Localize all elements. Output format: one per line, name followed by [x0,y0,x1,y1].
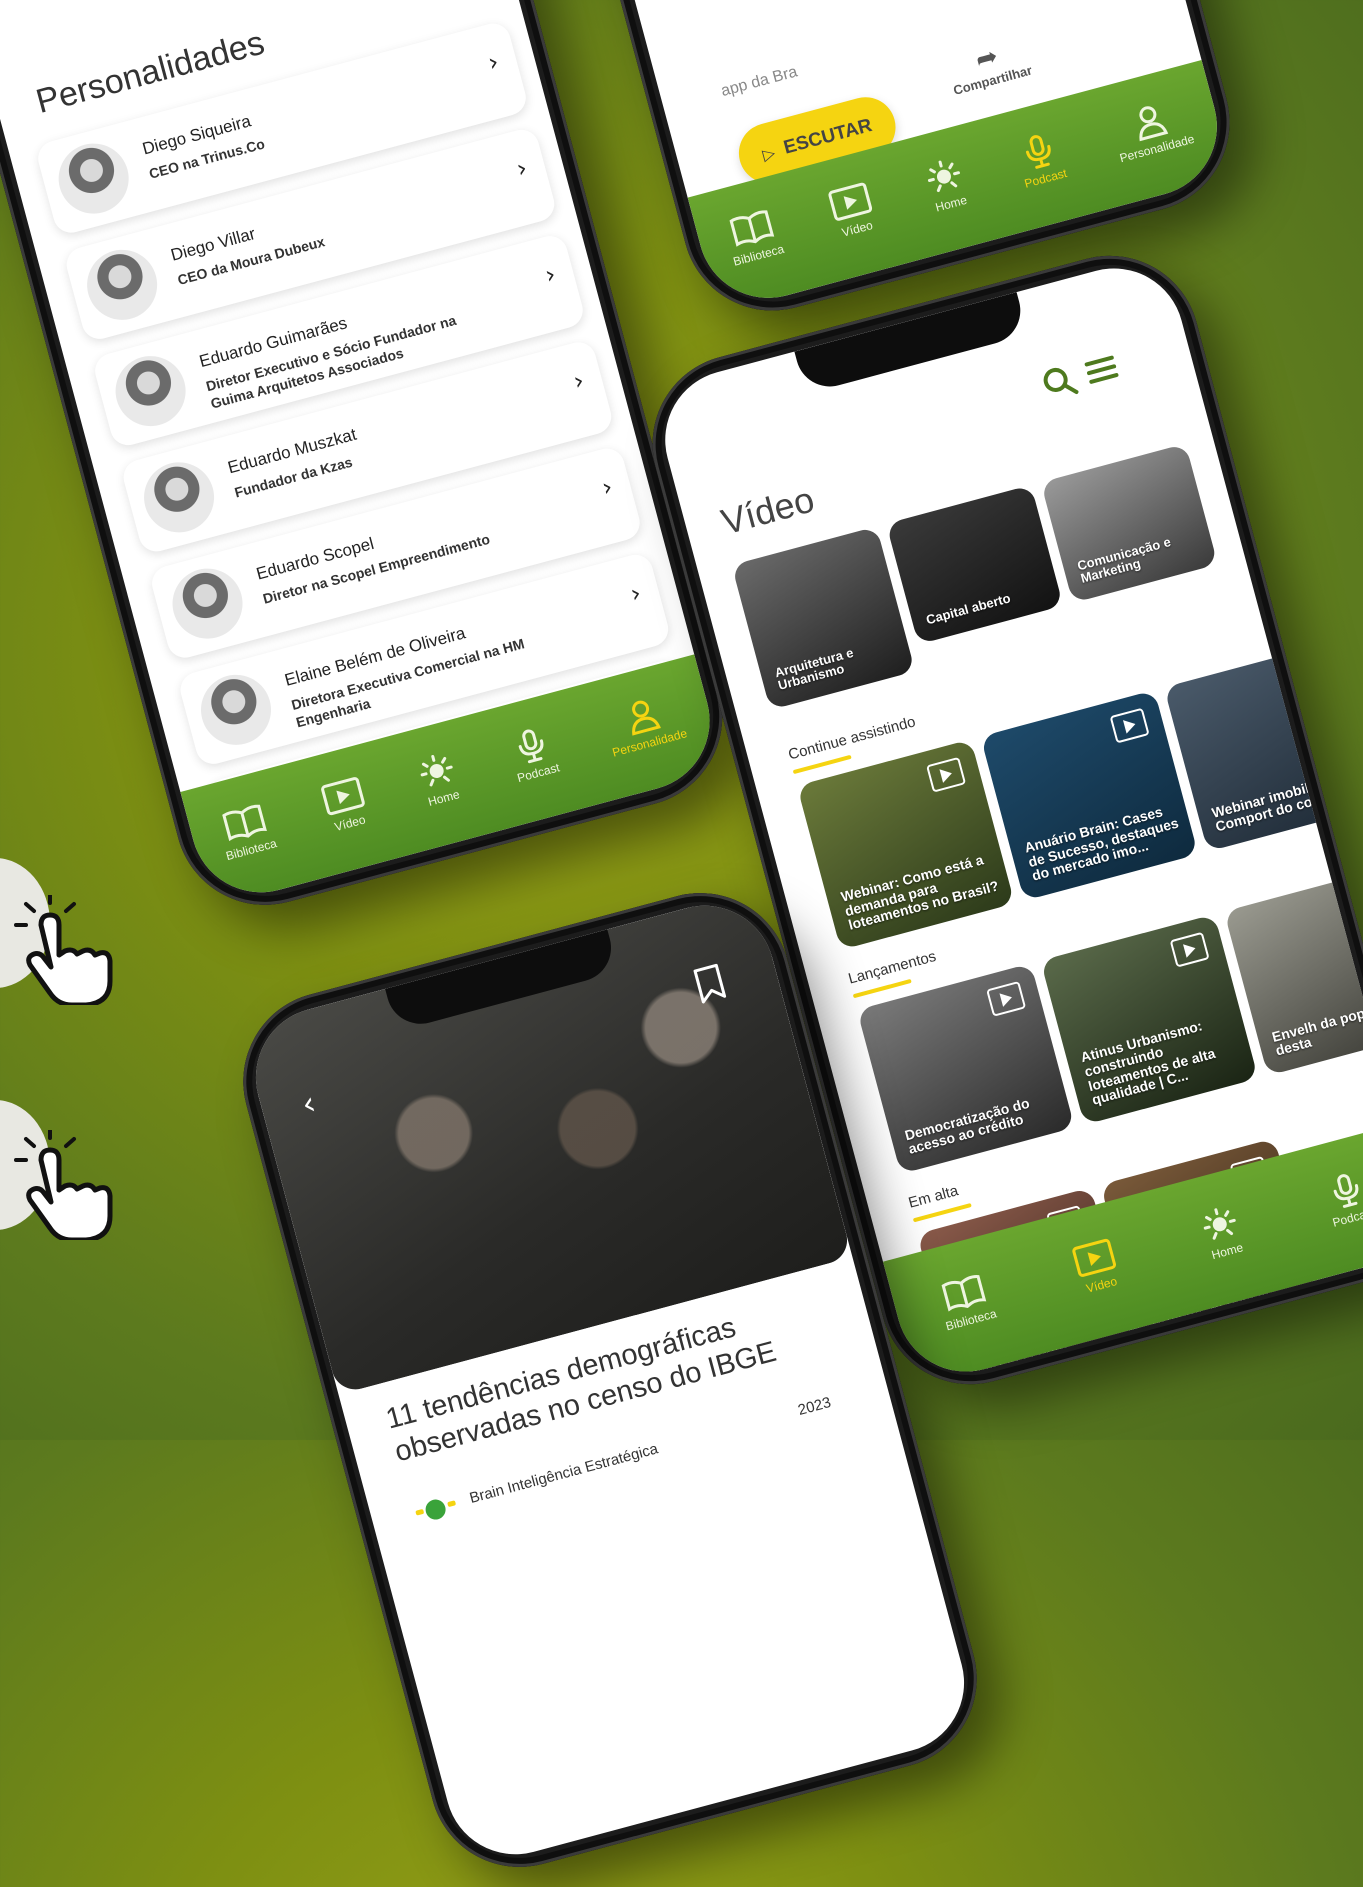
category-card[interactable]: Comunicação e Marketing [1040,443,1218,604]
tab-podcast[interactable]: Podcast [506,724,561,785]
article-author: Brain Inteligência Estratégica [467,1440,660,1507]
category-label: Arquitetura e Urbanismo [772,644,855,694]
tab-label: Home [1210,1240,1245,1263]
video-card[interactable]: Anuário Brain: Cases de Sucesso, destaqu… [980,690,1199,901]
tab-label: Vídeo [840,217,875,240]
tab-podcast[interactable]: Podcast [1013,129,1068,191]
play-icon [1169,931,1210,968]
search-icon[interactable] [1037,360,1081,404]
tap-hand-icon [14,1130,113,1240]
page-title: Vídeo [716,478,819,543]
share-button[interactable]: ➦ Compartilhar [930,30,1048,102]
header-chevron[interactable]: › [465,0,482,2]
avatar [79,241,165,328]
video-title: Atinus Urbanismo: construindo loteamento… [1078,1017,1217,1109]
chevron-right-icon[interactable]: › [542,260,559,290]
article-year: 2023 [796,1393,833,1420]
video-card[interactable]: Webinar imobiliár Comport do consu [1163,640,1363,852]
avatar [193,666,279,753]
category-label: Capital aberto [924,590,1013,628]
user-icon [1125,100,1174,144]
video-card[interactable]: Democratização do acesso ao crédito [856,963,1075,1175]
play-icon [1353,882,1363,919]
tab-label: Home [426,787,462,809]
play-icon: ▷ [760,142,778,164]
video-title: Webinar imobiliár Comport do consu [1209,774,1339,835]
play-icon [1109,707,1150,744]
chevron-right-icon[interactable]: › [514,154,531,184]
play-icon [825,180,874,224]
tab-podcast[interactable]: Podcast [1321,1168,1363,1230]
podcast-description: app da Bra [719,63,800,101]
tab-label: Home [933,192,969,215]
tab-vdeo[interactable]: Vídeo [318,774,372,835]
play-icon [926,756,967,793]
tab-biblioteca[interactable]: Biblioteca [722,205,786,269]
author-logo [412,1489,461,1538]
avatar [164,560,251,647]
play-icon [1070,1236,1119,1280]
tab-biblioteca[interactable]: Biblioteca [215,799,278,863]
tab-home[interactable]: Home [1195,1202,1249,1263]
play-icon [318,774,367,818]
category-card[interactable]: Capital aberto [886,484,1064,645]
category-label: Comunicação e Marketing [1075,533,1173,587]
tap-hand-icon [14,895,113,1005]
microphone-icon [1014,129,1063,173]
section-title: Continue assistindo [786,713,918,764]
tab-personalidade[interactable]: Personalidade [601,689,689,760]
chevron-right-icon[interactable]: › [485,47,502,77]
sun-icon [919,155,968,199]
tab-biblioteca[interactable]: Biblioteca [934,1270,998,1333]
tab-home[interactable]: Home [412,749,466,810]
microphone-icon [1322,1168,1363,1212]
video-title: Democratização do acesso ao crédito [902,1094,1032,1158]
phone-personalities: Personalidades › Diego Siqueira CEO na T… [0,0,743,926]
tab-vdeo[interactable]: Vídeo [1070,1236,1124,1297]
avatar [107,348,194,434]
book-icon [939,1271,988,1315]
category-card[interactable]: Arquitetura e Urbanismo [731,526,916,711]
play-icon [986,980,1027,1017]
chevron-right-icon[interactable]: › [599,472,616,502]
video-title: Envelh da pop brasi desta [1269,995,1363,1059]
book-icon [219,801,268,845]
tab-label: Vídeo [1084,1274,1119,1296]
tab-vdeo[interactable]: Vídeo [825,180,879,241]
sun-icon [412,749,461,793]
chevron-right-icon[interactable]: › [570,366,587,396]
avatar [50,135,137,222]
video-card[interactable]: Webinar: Como está a demanda para loteam… [796,739,1015,950]
microphone-icon [506,724,555,768]
menu-icon[interactable] [1081,349,1123,391]
tab-home[interactable]: Home [919,155,973,216]
tab-label: Vídeo [333,812,367,835]
video-title: Webinar: Como está a demanda para loteam… [839,851,1001,934]
phone-notch [794,292,1028,395]
tab-personalidade[interactable]: Personalidade [1108,95,1196,165]
video-card[interactable]: Atinus Urbanismo: construindo loteamento… [1040,914,1259,1125]
chevron-right-icon[interactable]: › [627,579,644,609]
video-title: Anuário Brain: Cases de Sucesso, destaqu… [1022,803,1181,884]
user-icon [618,694,667,738]
book-icon [727,206,776,250]
avatar [136,454,222,541]
section-title: Lançamentos [846,947,938,988]
sun-icon [1195,1202,1244,1246]
tab-bar: Biblioteca Vídeo Home Podcast [882,1124,1363,1388]
play-icon [1293,658,1334,695]
